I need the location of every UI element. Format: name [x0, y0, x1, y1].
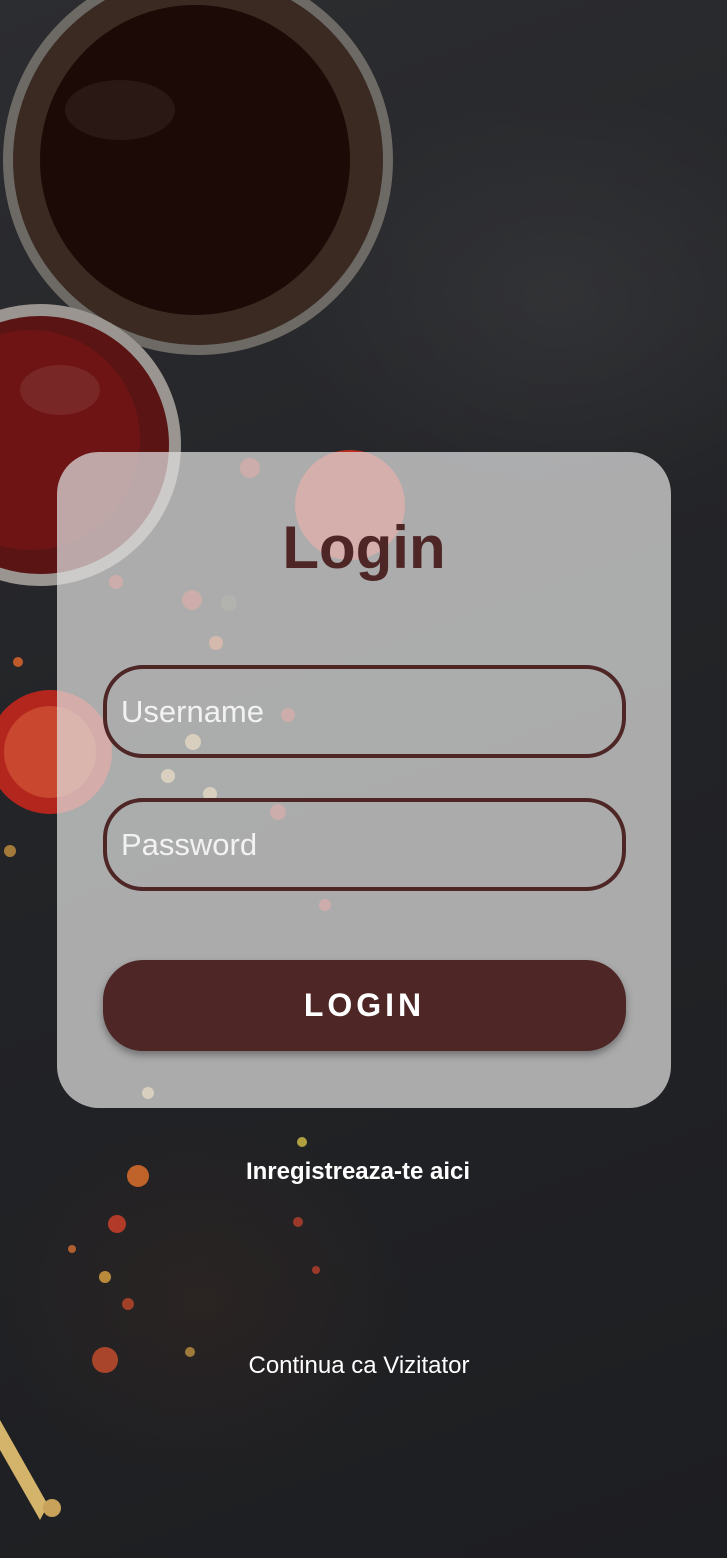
register-link[interactable]: Inregistreaza-te aici	[0, 1158, 716, 1186]
username-field[interactable]	[103, 665, 626, 758]
sauce-dark	[40, 5, 350, 315]
username-input[interactable]	[107, 669, 622, 754]
password-input[interactable]	[107, 802, 622, 887]
login-button[interactable]: LOGIN	[103, 960, 626, 1051]
password-field[interactable]	[103, 798, 626, 891]
page-title: Login	[282, 514, 446, 581]
french-fry	[0, 1420, 48, 1520]
continue-as-guest-link[interactable]: Continua ca Vizitator	[0, 1352, 718, 1380]
